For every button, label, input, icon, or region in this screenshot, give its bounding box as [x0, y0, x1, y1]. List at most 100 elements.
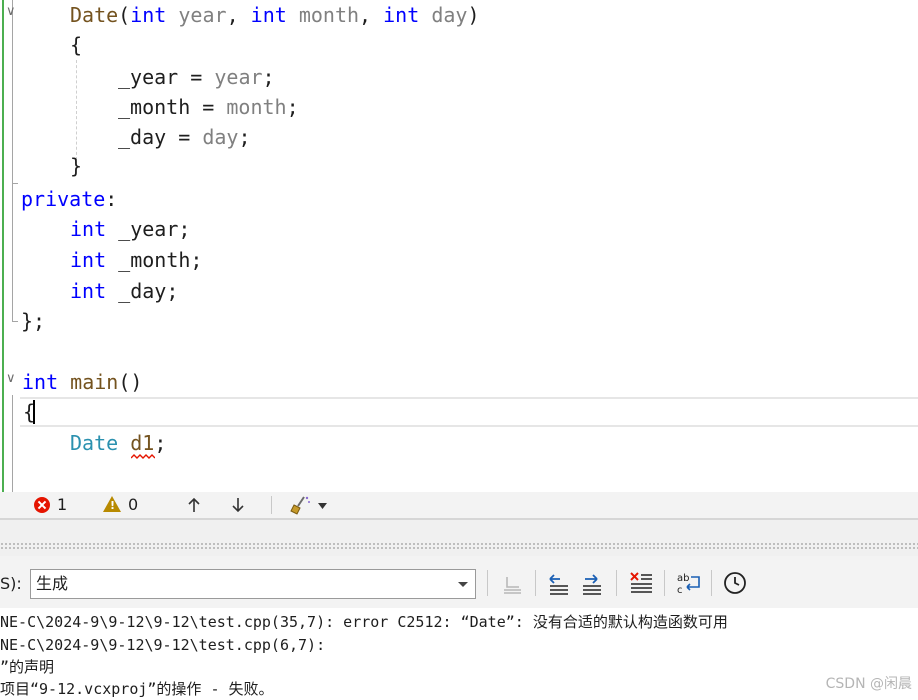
main-scope-guide	[12, 395, 13, 492]
param-ref: year	[214, 65, 263, 89]
text-caret	[33, 400, 35, 424]
param-name: day	[431, 3, 468, 27]
param-type: int	[383, 3, 420, 27]
param-type: int	[130, 3, 167, 27]
code-line-private: private:	[21, 184, 117, 214]
operator: =	[202, 95, 215, 119]
field-name: _day;	[118, 279, 179, 303]
comma: ,	[226, 3, 239, 27]
variable-name[interactable]: d1	[130, 431, 154, 455]
code-line-brace: }	[70, 154, 83, 178]
fold-chevron-icon[interactable]: ∨	[6, 4, 16, 19]
warning-count[interactable]: 0	[128, 492, 138, 518]
code-line-assign-day: _day = day;	[118, 122, 250, 152]
separator	[664, 570, 665, 596]
output-line[interactable]: ”的声明	[0, 656, 54, 678]
output-source-dropdown[interactable]: 生成	[30, 569, 476, 599]
constructor-name: Date	[70, 3, 119, 27]
field-name: _month;	[118, 248, 203, 272]
output-line[interactable]: NE-C\2024-9\9-12\9-12\test.cpp(35,7): er…	[0, 611, 728, 633]
clear-all-icon[interactable]	[628, 569, 656, 597]
member-name: _day	[118, 125, 167, 149]
error-count[interactable]: 1	[57, 492, 67, 518]
semicolon: ;	[154, 431, 167, 455]
param-type: int	[250, 3, 287, 27]
previous-message-icon[interactable]	[546, 569, 574, 597]
colon: :	[105, 187, 118, 211]
output-source-value: 生成	[36, 574, 69, 593]
operator: =	[178, 125, 191, 149]
scope-guide-tick	[12, 183, 18, 184]
function-name: main	[70, 370, 119, 394]
code-cleanup-brush-icon[interactable]	[290, 495, 312, 515]
fold-chevron-icon[interactable]: ∨	[6, 371, 16, 386]
code-line-assign-month: _month = month;	[118, 92, 299, 122]
splitter-border	[0, 518, 918, 520]
class-scope-guide	[12, 0, 13, 322]
semicolon: ;	[262, 65, 275, 89]
separator	[616, 570, 617, 596]
chevron-down-icon[interactable]	[318, 503, 327, 509]
scope-guide-tick	[12, 321, 18, 322]
current-line-highlight	[20, 397, 918, 427]
field-type: int	[70, 248, 107, 272]
output-source-label: S):	[0, 574, 22, 593]
editor-status-bar: 1 ! 0	[0, 492, 918, 518]
splitter-grip[interactable]	[0, 542, 918, 550]
code-line-class-end: };	[21, 306, 45, 336]
class-type: Date	[70, 431, 119, 455]
member-name: _month	[118, 95, 191, 119]
field-type: int	[70, 217, 107, 241]
chevron-down-icon	[458, 582, 468, 587]
change-tracking-bar	[2, 0, 4, 492]
separator	[271, 496, 272, 514]
error-squiggle[interactable]	[131, 454, 155, 460]
arrow-up-icon[interactable]	[186, 497, 202, 513]
error-icon[interactable]	[34, 497, 50, 513]
code-editor[interactable]: ∨ ∨ Date(int year, int month, int day) {…	[0, 0, 918, 492]
semicolon: ;	[286, 95, 299, 119]
word-wrap-icon[interactable]: ab c	[675, 569, 703, 597]
param-ref: day	[202, 125, 239, 149]
field-type: int	[70, 279, 107, 303]
code-line-field-day: int _day;	[70, 276, 178, 306]
separator	[535, 570, 536, 596]
code-line-assign-year: _year = year;	[118, 62, 275, 92]
warning-icon[interactable]: !	[103, 496, 121, 512]
svg-text:c: c	[677, 585, 683, 596]
code-line-main: int main()	[22, 367, 142, 397]
svg-text:ab: ab	[677, 573, 689, 584]
operator: =	[190, 65, 203, 89]
clock-icon[interactable]	[721, 569, 749, 597]
next-message-icon[interactable]	[579, 569, 607, 597]
param-name: year	[178, 3, 227, 27]
output-toolbar: S): 生成 ab c	[0, 556, 918, 608]
param-ref: month	[226, 95, 287, 119]
separator	[711, 570, 712, 596]
brace: }	[21, 309, 34, 333]
field-name: _year;	[118, 217, 191, 241]
code-line-field-month: int _month;	[70, 245, 202, 275]
code-line-brace: {	[70, 33, 83, 57]
go-to-line-icon[interactable]	[499, 569, 527, 597]
pane-splitter[interactable]	[0, 518, 918, 556]
watermark: CSDN @闲晨	[825, 676, 912, 692]
semicolon: ;	[238, 125, 251, 149]
return-type: int	[22, 370, 59, 394]
param-name: month	[298, 3, 360, 27]
paren-close: )	[467, 3, 480, 27]
access-specifier: private	[21, 187, 106, 211]
code-line-field-year: int _year;	[70, 214, 190, 244]
separator	[487, 570, 488, 596]
semicolon: ;	[33, 309, 46, 333]
comma: ,	[359, 3, 372, 27]
output-line[interactable]: 项目“9-12.vcxproj”的操作 - 失败。	[0, 678, 274, 700]
code-line-constructor: Date(int year, int month, int day)	[70, 0, 479, 30]
parens: ()	[118, 370, 143, 394]
member-name: _year	[118, 65, 179, 89]
arrow-down-icon[interactable]	[230, 497, 246, 513]
indent-guide	[76, 60, 77, 160]
output-window[interactable]: NE-C\2024-9\9-12\9-12\test.cpp(35,7): er…	[0, 608, 918, 699]
paren-open: (	[118, 3, 131, 27]
output-line[interactable]: NE-C\2024-9\9-12\9-12\test.cpp(6,7):	[0, 634, 325, 656]
